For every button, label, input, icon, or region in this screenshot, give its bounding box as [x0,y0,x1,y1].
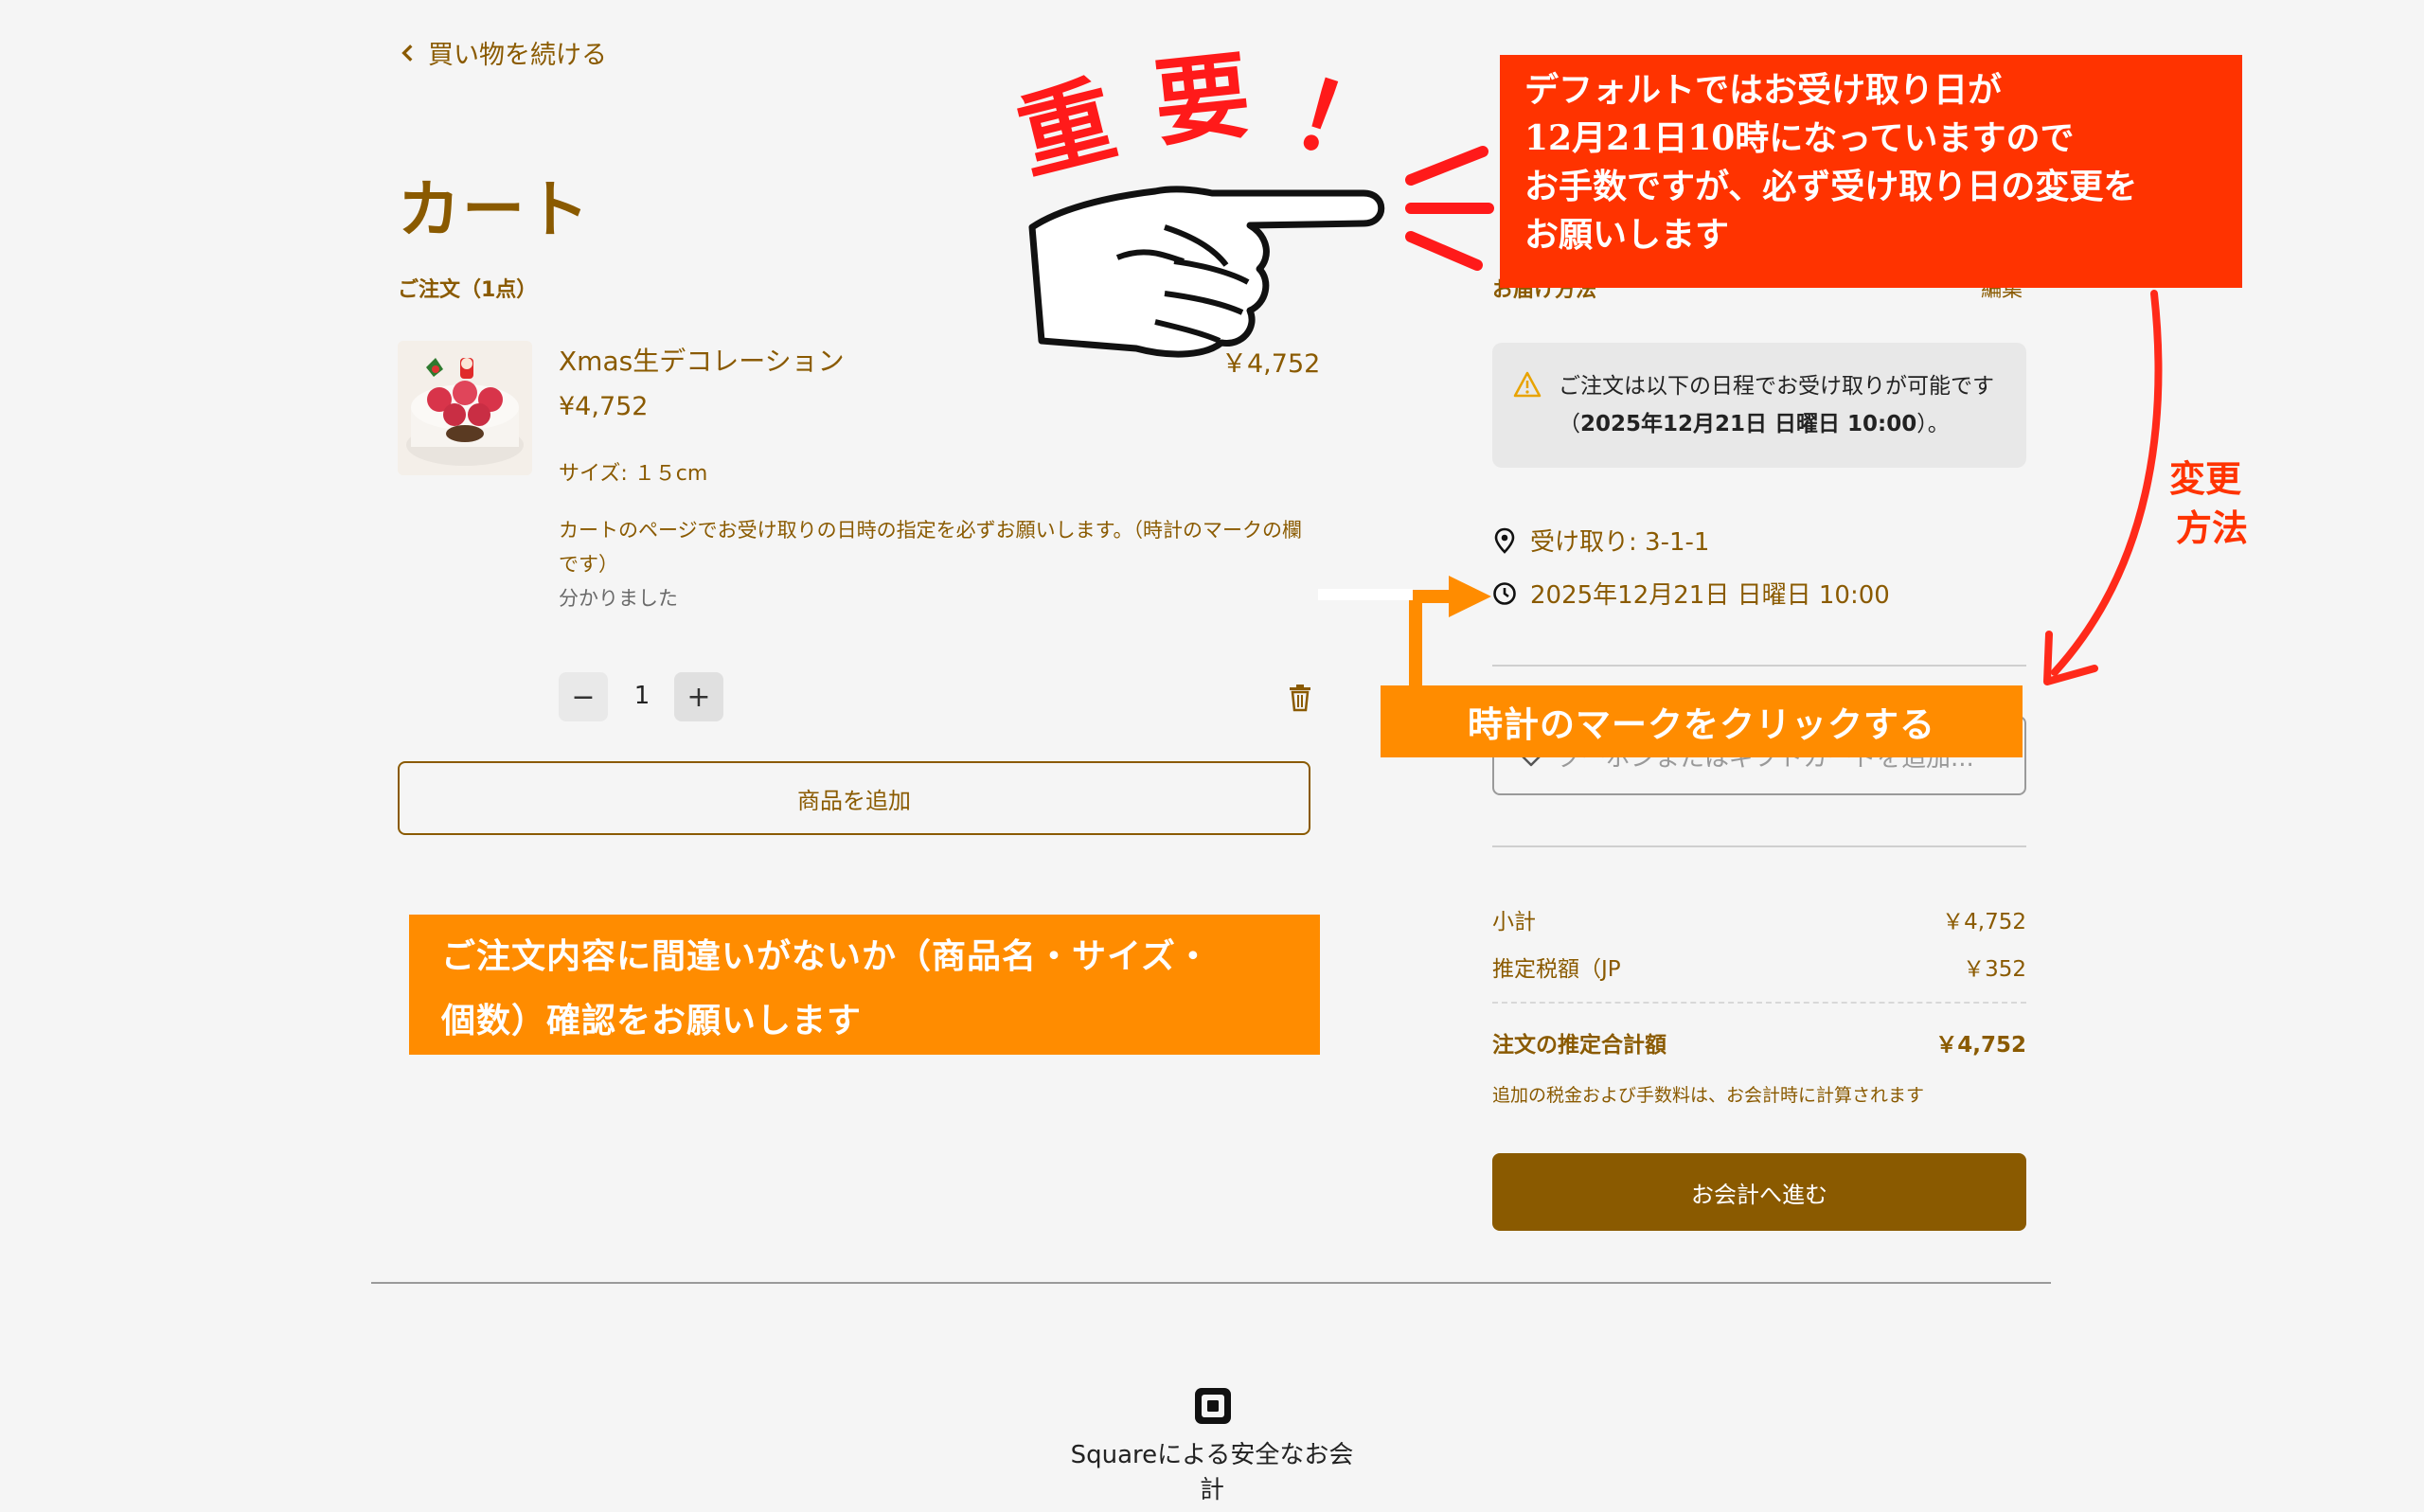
note-reply: 分かりました [559,587,678,610]
orange-arrow [1409,576,1491,686]
warning-icon [1513,371,1542,398]
product-size: サイズ: １５cm [559,462,708,486]
divider [1492,665,2026,667]
subtotal-label: 小計 [1492,910,1536,934]
pointing-hand-icon [1028,186,1385,358]
juyo-char: 要 [1150,40,1256,160]
increment-button[interactable]: + [674,672,723,721]
continue-shopping-link[interactable]: 買い物を続ける [398,34,607,71]
henko-line: 変更 [2169,457,2242,500]
pickup-location-row[interactable]: 受け取り: 3-1-1 [1492,523,1709,558]
order-check-annotation: ご注文内容に間違いがないか（商品名・サイズ・ 個数）確認をお願いします [409,915,1320,1055]
warning-date: 2025年12月21日 日曜日 10:00 [1580,412,1917,436]
add-item-button[interactable]: 商品を追加 [398,761,1310,835]
decrement-button[interactable]: − [559,672,608,721]
order-count: ご注文（1点） [398,278,538,302]
order-check-line: ご注文内容に間違いがないか（商品名・サイズ・ [441,936,1211,976]
footer-divider [371,1282,2051,1284]
order-check-line: 個数）確認をお願いします [441,1001,863,1041]
product-note: カートのページでお受け取りの日時の指定を必ずお願いします。（時計のマークの欄です… [559,519,1302,576]
total-label: 注文の推定合計額 [1492,1033,1666,1058]
continue-shopping-label: 買い物を続ける [428,41,607,70]
trash-icon[interactable] [1288,684,1312,712]
pickup-location: 受け取り: 3-1-1 [1530,528,1710,557]
pickup-warning-box: ご注文は以下の日程でお受け取りが可能です（2025年12月21日 日曜日 10:… [1492,343,2026,468]
summary-separator [1492,1002,2026,1004]
secure-checkout-label: Squareによる安全なお会計 [1070,1441,1354,1504]
annotation-line: お願いします [1524,215,1730,255]
tax-label: 推定税額（JP [1492,957,1621,982]
important-annotation: 重 要 ！ [1013,40,1404,189]
total-value: ￥4,752 [1935,1033,2026,1058]
pointer-line [1318,589,1413,600]
tax-note: 追加の税金および手数料は、お会計時に計算されます [1492,1085,1925,1106]
emphasis-rays-icon [1405,146,1494,271]
change-method-annotation: 変更 方法 [2163,454,2248,553]
henko-line: 方法 [2176,507,2249,549]
red-curved-arrow [2043,290,2163,685]
page-title: カート [398,173,591,246]
product-name[interactable]: Xmas生デコレーション [559,341,845,379]
warning-end: ）。 [1916,412,1950,436]
tax-value: ￥352 [1963,957,2026,982]
location-pin-icon [1494,527,1515,554]
pickup-time: 2025年12月21日 日曜日 10:00 [1530,581,1890,610]
checkout-button[interactable]: お会計へ進む [1492,1153,2026,1231]
annotation-line: デフォルトではお受け取り日が [1524,70,2003,110]
subtotal-value: ￥4,752 [1942,910,2026,934]
square-logo-icon [1195,1388,1231,1424]
pickup-time-row[interactable]: 2025年12月21日 日曜日 10:00 [1492,576,1890,611]
annotation-line: お手数ですが、必ず受け取り日の変更を [1524,167,2138,206]
divider [1492,845,2026,847]
cake-image [398,341,532,475]
clock-instruction-annotation: 時計のマークをクリックする [1381,685,2023,757]
default-date-annotation: デフォルトではお受け取り日が 12月21日10時になっていますので お手数ですが… [1500,55,2242,288]
chevron-left-icon [401,44,413,62]
product-thumbnail[interactable] [398,341,532,475]
quantity-value: 1 [633,682,651,710]
unit-price: ¥4,752 [559,392,649,421]
annotation-line: 12月21日10時になっていますので [1524,118,2075,158]
